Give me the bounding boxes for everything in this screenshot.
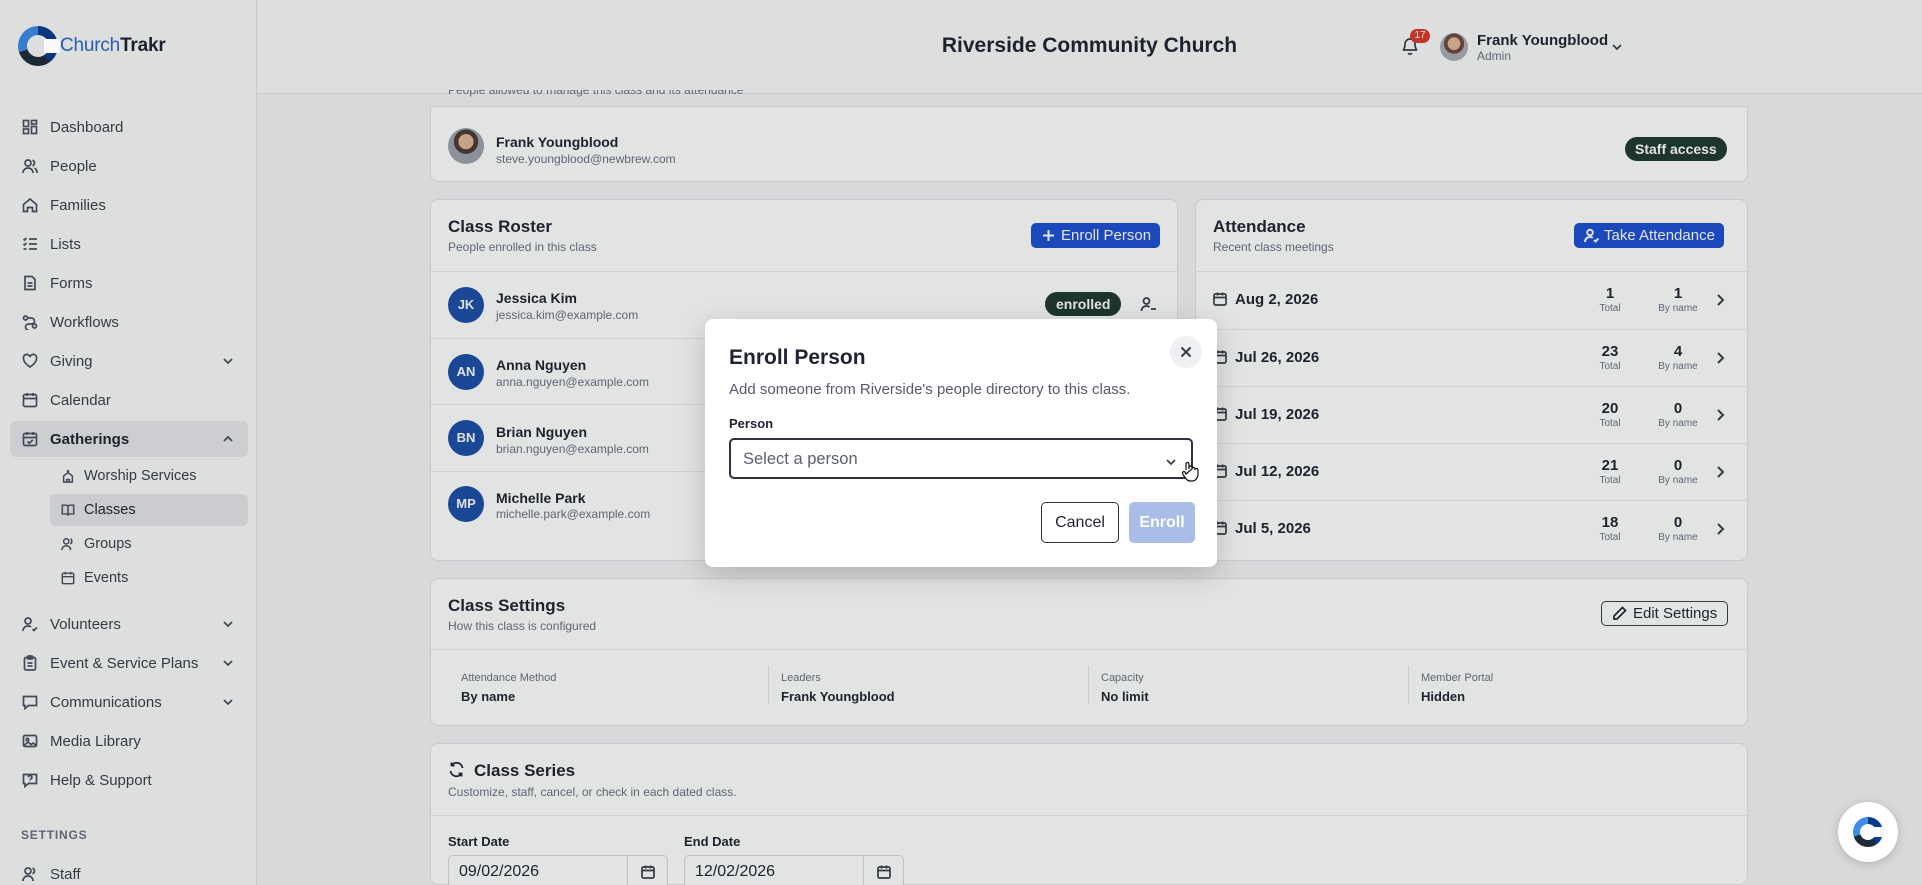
enroll-button[interactable]: Enroll: [1129, 502, 1195, 543]
person-select-placeholder: Select a person: [743, 450, 858, 468]
floating-help-button[interactable]: [1838, 802, 1898, 862]
dialog-title: Enroll Person: [729, 346, 866, 369]
dialog-description: Add someone from Riverside's people dire…: [729, 381, 1131, 398]
logo-mark-icon: [1853, 817, 1885, 847]
cancel-button[interactable]: Cancel: [1041, 502, 1119, 543]
enroll-person-dialog: Enroll Person Add someone from Riverside…: [705, 319, 1217, 567]
person-select[interactable]: Select a person: [729, 438, 1193, 479]
close-icon: [1180, 346, 1192, 358]
close-button[interactable]: [1170, 336, 1202, 368]
hand-cursor-icon: [1181, 461, 1199, 482]
person-field-label: Person: [729, 416, 774, 431]
chevron-down-icon: [1165, 454, 1177, 466]
